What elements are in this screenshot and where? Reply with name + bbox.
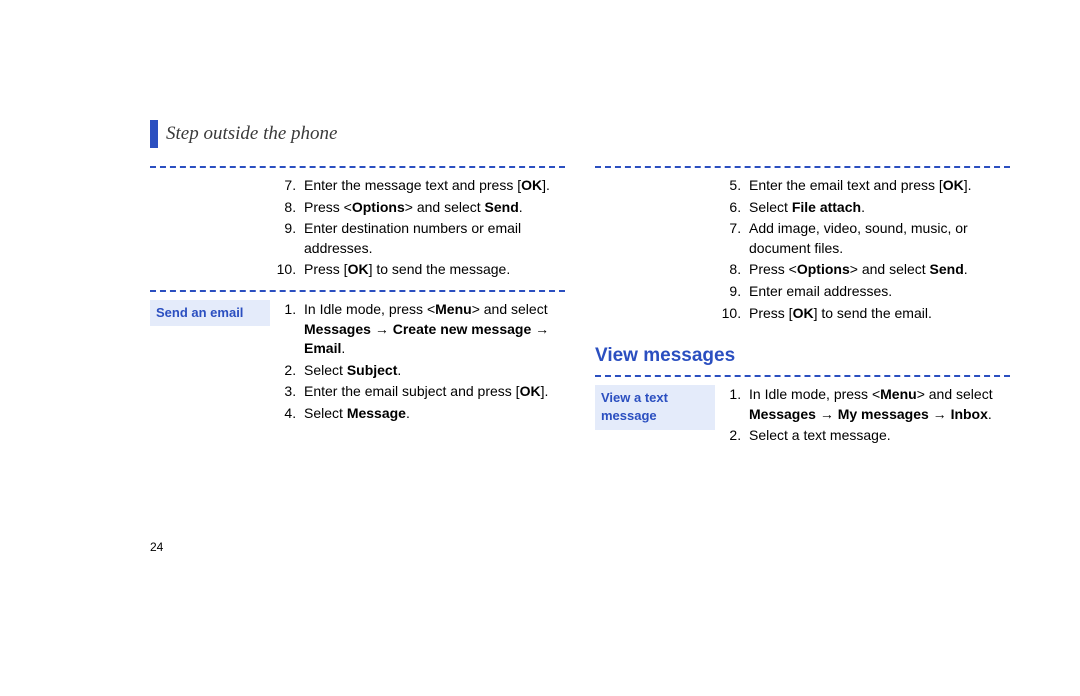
- step-item: Select a text message.: [745, 426, 1010, 446]
- header-title: Step outside the phone: [166, 123, 338, 145]
- step-item: Press [OK] to send the email.: [745, 304, 1010, 324]
- dashed-separator: [595, 166, 1010, 168]
- step-item: In Idle mode, press <Menu> and select Me…: [300, 300, 565, 359]
- bold-text: Message: [347, 405, 406, 421]
- bold-text: OK: [348, 261, 369, 277]
- bold-text: OK: [521, 177, 542, 193]
- step-item: Press <Options> and select Send.: [300, 198, 565, 218]
- block-label: View a text message: [595, 385, 715, 429]
- step-item: Enter the message text and press [OK].: [300, 176, 565, 196]
- bold-text: Options: [352, 199, 405, 215]
- label-cell: Send an email: [150, 300, 270, 426]
- label-spacer: [595, 176, 715, 325]
- steps-block-continuation: Enter the email text and press [OK].Sele…: [595, 176, 1010, 325]
- bold-text: Messages: [304, 321, 371, 337]
- bold-text: Messages: [749, 406, 816, 422]
- steps-block-view-text: View a text message In Idle mode, press …: [595, 385, 1010, 448]
- bold-text: Inbox: [951, 406, 988, 422]
- bold-text: OK: [520, 383, 541, 399]
- step-item: Press [OK] to send the message.: [300, 260, 565, 280]
- label-cell: View a text message: [595, 385, 715, 448]
- dashed-separator: [150, 290, 565, 292]
- bold-text: Create new message: [393, 321, 532, 337]
- bold-text: Options: [797, 261, 850, 277]
- steps-block-send-email: Send an email In Idle mode, press <Menu>…: [150, 300, 565, 426]
- steps-block-continuation: Enter the message text and press [OK].Pr…: [150, 176, 565, 282]
- step-item: Select Message.: [300, 404, 565, 424]
- page-number: 24: [150, 540, 163, 554]
- step-item: Press <Options> and select Send.: [745, 260, 1010, 280]
- step-list: Enter the message text and press [OK].Pr…: [278, 176, 565, 282]
- right-column: Enter the email text and press [OK].Sele…: [595, 158, 1010, 452]
- manual-page: Step outside the phone Enter the message…: [0, 0, 1080, 696]
- bold-text: Subject: [347, 362, 398, 378]
- step-list: Enter the email text and press [OK].Sele…: [723, 176, 1010, 325]
- bold-text: Menu: [435, 301, 472, 317]
- step-item: Enter the email text and press [OK].: [745, 176, 1010, 196]
- step-item: Select File attach.: [745, 198, 1010, 218]
- dashed-separator: [150, 166, 565, 168]
- header-bar-icon: [150, 120, 158, 148]
- left-column: Enter the message text and press [OK].Pr…: [150, 158, 565, 452]
- step-item: In Idle mode, press <Menu> and select Me…: [745, 385, 1010, 424]
- dashed-separator: [595, 375, 1010, 377]
- step-list: In Idle mode, press <Menu> and select Me…: [723, 385, 1010, 448]
- step-item: Enter email addresses.: [745, 282, 1010, 302]
- bold-text: My messages: [838, 406, 929, 422]
- bold-text: Email: [304, 340, 341, 356]
- bold-text: Send: [930, 261, 964, 277]
- bold-text: OK: [943, 177, 964, 193]
- step-item: Enter destination numbers or email addre…: [300, 219, 565, 258]
- bold-text: File attach: [792, 199, 861, 215]
- step-item: Enter the email subject and press [OK].: [300, 382, 565, 402]
- section-header: Step outside the phone: [150, 120, 1010, 148]
- section-heading-view-messages: View messages: [595, 345, 1010, 367]
- bold-text: Send: [485, 199, 519, 215]
- bold-text: OK: [793, 305, 814, 321]
- label-spacer: [150, 176, 270, 282]
- step-list: In Idle mode, press <Menu> and select Me…: [278, 300, 565, 426]
- bold-text: Menu: [880, 386, 917, 402]
- step-item: Select Subject.: [300, 361, 565, 381]
- step-item: Add image, video, sound, music, or docum…: [745, 219, 1010, 258]
- two-column-layout: Enter the message text and press [OK].Pr…: [150, 158, 1010, 452]
- block-label: Send an email: [150, 300, 270, 326]
